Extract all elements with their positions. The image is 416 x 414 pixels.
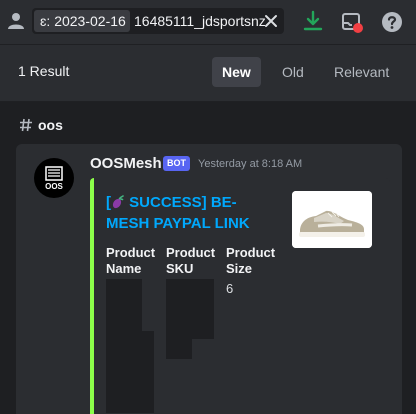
author-name[interactable]: OOSMesh <box>90 155 162 172</box>
field-label: Product Name <box>106 245 156 276</box>
members-icon[interactable] <box>6 12 26 30</box>
field-value: 6 <box>226 281 234 296</box>
help-icon[interactable] <box>381 11 403 33</box>
channel-name: oos <box>38 117 63 133</box>
download-icon[interactable] <box>302 10 324 32</box>
search-results: oos OOS OOSMesh BOT Yesterday at 8:18 AM… <box>0 102 416 414</box>
search-result-message[interactable]: OOS OOSMesh BOT Yesterday at 8:18 AM [ S… <box>16 144 402 414</box>
oosmesh-logo-icon: OOS <box>45 166 64 191</box>
eggplant-icon <box>112 195 124 209</box>
embed-title[interactable]: [ SUCCESS] BE-MESH PAYPAL LINK <box>106 192 276 234</box>
product-thumbnail[interactable] <box>292 191 372 248</box>
text-channel-icon <box>20 118 32 132</box>
sort-new-tab[interactable]: New <box>212 57 261 87</box>
sort-old-tab[interactable]: Old <box>272 57 314 87</box>
bot-badge: BOT <box>163 156 190 171</box>
inbox-icon[interactable] <box>340 10 364 34</box>
message-timestamp: Yesterday at 8:18 AM <box>198 158 303 170</box>
search-input[interactable]: ɛ: 2023-02-16 16485111_jdsportsnz <box>32 8 284 34</box>
search-date-value: 2023-02-16 <box>54 13 126 29</box>
search-date-filter[interactable]: ɛ: 2023-02-16 <box>34 10 130 32</box>
redaction-block <box>166 339 192 359</box>
results-count: 1 Result <box>18 63 70 79</box>
sneaker-image <box>292 191 372 248</box>
field-label: Product Size <box>226 245 276 276</box>
embed-field-product-name: Product Name <box>106 245 162 281</box>
embed-title-text: SUCCESS] BE-MESH PAYPAL LINK <box>106 194 250 232</box>
sort-relevant-tab[interactable]: Relevant <box>324 57 399 87</box>
avatar[interactable]: OOS <box>34 158 74 198</box>
top-bar: ɛ: 2023-02-16 16485111_jdsportsnz <box>0 0 416 44</box>
clear-icon[interactable] <box>262 11 280 31</box>
redaction-block <box>106 279 142 413</box>
search-query: 16485111_jdsportsnz <box>134 13 266 29</box>
channel-header[interactable]: oos <box>19 117 63 133</box>
search-date-prefix: ɛ: <box>40 13 51 29</box>
redaction-block <box>166 279 214 339</box>
embed-field-product-sku: Product SKU <box>166 245 222 281</box>
field-label: Product SKU <box>166 245 216 276</box>
embed-field-product-size: Product Size 6 <box>226 245 282 296</box>
avatar-text: OOS <box>45 182 63 191</box>
redaction-block <box>142 331 154 413</box>
results-header: 1 Result New Old Relevant <box>0 45 416 101</box>
message-embed: [ SUCCESS] BE-MESH PAYPAL LINK Product N… <box>90 178 390 414</box>
